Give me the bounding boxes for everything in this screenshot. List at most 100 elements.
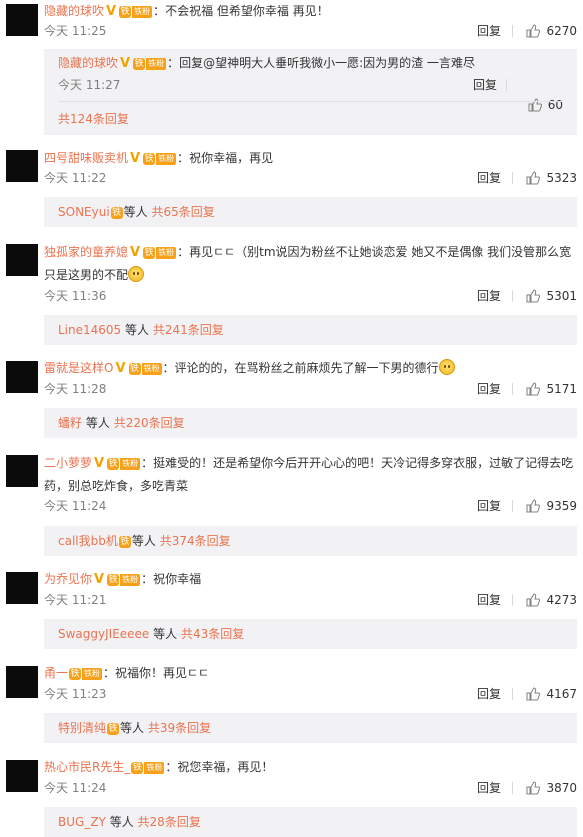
comment-meta: 今天 11:24 回复 3870 [44,778,577,798]
username-link[interactable]: 隐藏的球吹 [58,56,118,70]
like-count: 60 [547,98,563,112]
fan-badge-icon: 铁铁粉 [133,57,167,70]
reply-button[interactable]: 回复 [477,379,501,399]
replier-link[interactable]: SwaggyJIEeeee [58,627,149,641]
timestamp: 今天 11:27 [58,78,121,92]
like-count: 6270 [546,24,577,38]
reply-box: 隐藏的球吹 V 铁铁粉 ：回复@望神明大人垂听我微小一愿:因为男的渣 一言难尽 今天 … [44,49,577,135]
timestamp: 今天 11:28 [44,382,107,396]
like-count: 4167 [546,687,577,701]
comment-body: 为乔见你 V 铁铁粉 ：祝你幸福 [44,569,577,590]
avatar[interactable] [6,150,38,182]
avatar[interactable] [6,4,38,36]
like-button[interactable]: 6270 [526,21,577,41]
timestamp: 今天 11:23 [44,687,107,701]
more-replies-link[interactable]: 共241条回复 [153,323,224,337]
verified-v-icon: V [130,245,141,260]
username-link[interactable]: 隐藏的球吹 [44,4,104,18]
replier-link[interactable]: Line14605 [58,323,121,337]
more-replies-link[interactable]: 共124条回复 [58,109,129,129]
fan-badge-icon: 铁铁粉 [107,573,141,586]
thumbs-up-icon [526,687,541,701]
reply-summary-line: SONEyui 铁等人 共65条回复 [58,202,215,222]
smile-emoji-icon [128,266,145,282]
more-replies-link[interactable]: 共65条回复 [152,205,215,219]
like-count: 9359 [546,499,577,513]
fan-badge-icon: 铁 [110,206,123,219]
reply-summary: 特别清纯铁等人 共39条回复 [44,713,577,743]
username-link[interactable]: 四号甜味贩卖机 [44,151,128,165]
more-replies-link[interactable]: 共220条回复 [114,416,185,430]
comment-meta: 今天 11:28 回复 5171 [44,379,577,399]
avatar[interactable] [6,455,38,487]
reply-button[interactable]: 回复 [477,286,501,306]
avatar[interactable] [6,572,38,604]
reply-button[interactable]: 回复 [473,75,497,95]
thumbs-up-icon [526,289,541,303]
replier-suffix: 等人 [153,627,178,641]
like-count: 4273 [546,593,577,607]
like-button[interactable]: 5171 [526,379,577,399]
reply-button[interactable]: 回复 [477,684,501,704]
reply-text: ：回复@望神明大人垂听我微小一愿:因为男的渣 一言难尽 [167,56,475,70]
avatar[interactable] [6,361,38,393]
reply-button[interactable]: 回复 [477,496,501,516]
fan-badge-icon: 铁铁粉 [69,667,103,680]
reply-summary-line: Line14605 等人 共241条回复 [58,320,224,340]
username-link[interactable]: 二小萝萝 [44,456,92,470]
replier-link[interactable]: 特别清纯 [58,721,106,735]
timestamp: 今天 11:24 [44,781,107,795]
like-button[interactable]: 4273 [526,590,577,610]
reply-button[interactable]: 回复 [477,21,501,41]
like-button[interactable]: 5323 [526,168,577,188]
more-replies-link[interactable]: 共374条回复 [160,534,231,548]
comment-meta: 今天 11:21 回复 4273 [44,590,577,610]
replier-link[interactable]: 蟠籽 [58,416,82,430]
fan-badge-icon: 铁铁粉 [107,457,141,470]
avatar[interactable] [6,244,38,276]
thumbs-up-icon [526,382,541,396]
like-button[interactable]: 4167 [526,684,577,704]
reply-button[interactable]: 回复 [477,778,501,798]
comment-meta: 今天 11:25 回复 6270 [44,21,577,41]
reply-button[interactable]: 回复 [477,590,501,610]
comment-meta: 今天 11:36 回复 5301 [44,286,577,306]
reply-summary: Line14605 等人 共241条回复 [44,315,577,345]
reply-summary: SONEyui 铁等人 共65条回复 [44,197,577,227]
divider [512,688,513,700]
avatar[interactable] [6,760,38,792]
reply-button[interactable]: 回复 [477,168,501,188]
more-replies-link[interactable]: 共28条回复 [138,815,201,829]
comment-body: 二小萝萝 V 铁铁粉 ：挺难受的！还是希望你今后开开心心的吧！天冷记得多穿衣服，过敏了… [44,452,577,497]
like-button[interactable]: 9359 [526,496,577,516]
comment-meta: 今天 11:23 回复 4167 [44,684,577,704]
replier-suffix: 等人 [125,323,150,337]
replier-link[interactable]: BUG_ZY [58,815,106,829]
thumbs-up-icon [526,171,541,185]
username-link[interactable]: 雷就是这样O [44,361,113,375]
comment-body: 四号甜味贩卖机 V 铁铁粉 ：祝你幸福，再见 [44,148,577,169]
username-link[interactable]: 独孤家的童养媳 [44,245,128,259]
reply-summary: 蟠籽 等人 共220条回复 [44,408,577,438]
replier-link[interactable]: SONEyui [58,205,110,219]
like-button[interactable]: 5301 [526,286,577,306]
comment-text: ：祝你幸福，再见 [177,151,274,165]
comment-text: ：祝您幸福，再见！ [165,760,274,774]
divider [506,79,507,91]
replier-suffix: 等人 [131,534,156,548]
replier-link[interactable]: call我bb机 [58,534,118,548]
like-button[interactable]: 60 [528,95,563,115]
more-replies-link[interactable]: 共39条回复 [148,721,211,735]
reply-summary-line: SwaggyJIEeeee 等人 共43条回复 [58,624,244,644]
avatar[interactable] [6,666,38,698]
more-replies-link[interactable]: 共43条回复 [181,627,244,641]
fan-badge-icon: 铁 [118,535,131,548]
like-button[interactable]: 3870 [526,778,577,798]
username-link[interactable]: 为乔见你 [44,572,92,586]
username-link[interactable]: 热心市民R先生_ [44,760,130,774]
divider [512,383,513,395]
username-link[interactable]: 甬一 [44,666,68,680]
timestamp: 今天 11:21 [44,593,107,607]
timestamp: 今天 11:25 [44,24,107,38]
comment-meta: 今天 11:22 回复 5323 [44,168,577,188]
